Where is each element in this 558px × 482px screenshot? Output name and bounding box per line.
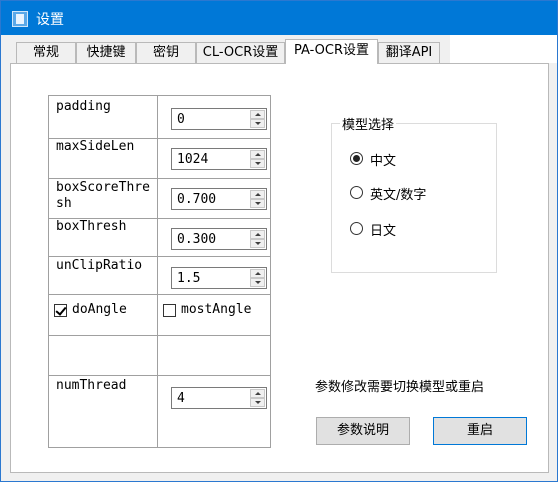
- spin-down-icon[interactable]: [250, 199, 265, 208]
- maxsidelen-value[interactable]: 1024: [177, 152, 208, 167]
- maxsidelen-spinbox[interactable]: 1024: [171, 148, 267, 170]
- param-label-padding: padding: [56, 99, 111, 114]
- pa-ocr-panel: padding 0 maxSideLen 1024 boxScoreThresh…: [10, 63, 549, 473]
- tab-overflow-area: [450, 35, 557, 63]
- spin-up-icon[interactable]: [250, 230, 265, 239]
- numthread-value[interactable]: 4: [177, 391, 185, 406]
- unclipratio-spinbox[interactable]: 1.5: [171, 267, 267, 289]
- param-grid: padding 0 maxSideLen 1024 boxScoreThresh…: [48, 95, 271, 448]
- grid-divider: [49, 375, 270, 376]
- param-label-numthread: numThread: [56, 378, 127, 393]
- title-bar: 设置: [1, 1, 557, 35]
- tab-cl-ocr[interactable]: CL-OCR设置: [196, 42, 285, 63]
- window-title: 设置: [36, 12, 64, 28]
- radio-english-label[interactable]: 英文/数字: [370, 184, 426, 203]
- grid-divider: [157, 96, 158, 447]
- boxscorethresh-value[interactable]: 0.700: [177, 192, 216, 207]
- radio-japanese-label[interactable]: 日文: [370, 220, 396, 239]
- restart-button[interactable]: 重启: [433, 417, 527, 445]
- tab-keys[interactable]: 密钥: [136, 42, 196, 63]
- mostangle-checkbox[interactable]: [163, 304, 176, 317]
- spin-up-icon[interactable]: [250, 389, 265, 398]
- param-label-boxscorethresh: boxScoreThresh: [56, 180, 150, 211]
- boxthresh-value[interactable]: 0.300: [177, 232, 216, 247]
- mostangle-label[interactable]: mostAngle: [181, 302, 251, 317]
- grid-divider: [49, 256, 270, 257]
- grid-divider: [49, 335, 270, 336]
- doangle-checkbox[interactable]: [54, 304, 67, 317]
- spin-down-icon[interactable]: [250, 159, 265, 168]
- radio-english[interactable]: [350, 186, 363, 199]
- param-label-boxthresh: boxThresh: [56, 219, 127, 234]
- param-label-unclipratio: unClipRatio: [56, 258, 143, 273]
- param-help-button[interactable]: 参数说明: [316, 417, 410, 445]
- tab-pa-ocr[interactable]: PA-OCR设置: [285, 39, 378, 64]
- padding-value[interactable]: 0: [177, 112, 185, 127]
- radio-japanese[interactable]: [350, 222, 363, 235]
- unclipratio-value[interactable]: 1.5: [177, 271, 200, 286]
- grid-divider: [49, 178, 270, 179]
- restart-note: 参数修改需要切换模型或重启: [315, 380, 485, 395]
- radio-chinese-label[interactable]: 中文: [370, 150, 396, 169]
- boxthresh-spinbox[interactable]: 0.300: [171, 228, 267, 250]
- spin-down-icon[interactable]: [250, 119, 265, 128]
- spin-down-icon[interactable]: [250, 239, 265, 248]
- spin-down-icon[interactable]: [250, 278, 265, 287]
- spin-up-icon[interactable]: [250, 269, 265, 278]
- grid-divider: [49, 294, 270, 295]
- spin-up-icon[interactable]: [250, 190, 265, 199]
- radio-chinese[interactable]: [350, 152, 363, 165]
- numthread-spinbox[interactable]: 4: [171, 387, 267, 409]
- tab-translate-api[interactable]: 翻译API: [378, 42, 440, 63]
- doangle-label[interactable]: doAngle: [72, 302, 127, 317]
- settings-window: 设置 常规 快捷键 密钥 CL-OCR设置 PA-OCR设置 翻译API pad…: [0, 0, 558, 482]
- spin-up-icon[interactable]: [250, 110, 265, 119]
- model-select-title: 模型选择: [340, 114, 397, 133]
- model-select-group: 模型选择 中文 英文/数字 日文: [331, 114, 497, 273]
- padding-spinbox[interactable]: 0: [171, 108, 267, 130]
- tab-general[interactable]: 常规: [16, 42, 76, 63]
- tab-hotkeys[interactable]: 快捷键: [76, 42, 136, 63]
- app-icon: [12, 11, 28, 27]
- boxscorethresh-spinbox[interactable]: 0.700: [171, 188, 267, 210]
- spin-up-icon[interactable]: [250, 150, 265, 159]
- spin-down-icon[interactable]: [250, 398, 265, 407]
- param-label-maxsidelen: maxSideLen: [56, 139, 135, 154]
